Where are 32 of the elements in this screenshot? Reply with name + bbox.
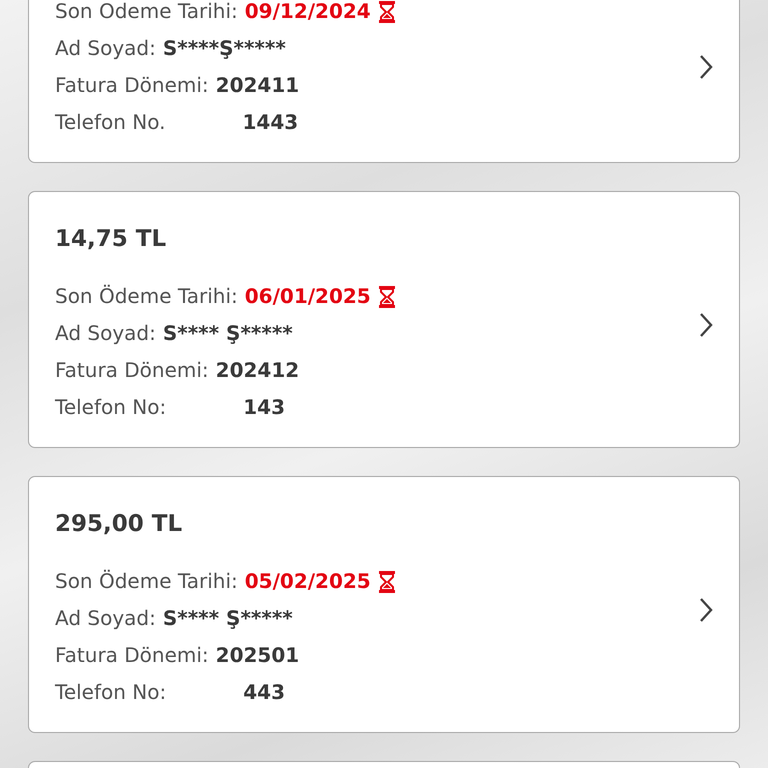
- billing-period: 202412: [216, 357, 300, 384]
- customer-name: S**** Ş*****: [162, 320, 293, 347]
- phone-number: 443: [243, 679, 285, 706]
- customer-name: S**** Ş*****: [162, 605, 293, 632]
- chevron-right-icon: [699, 312, 713, 338]
- billing-period: 202411: [216, 72, 300, 99]
- chevron-right-icon: [699, 597, 713, 623]
- field-label: Ad Soyad:: [55, 605, 156, 632]
- field-label: Son Ödeme Tarihi:: [55, 283, 238, 310]
- field-label: Fatura Dönemi:: [55, 642, 209, 669]
- bill-amount: 295,00 TL: [55, 510, 184, 539]
- phone-number: 143: [243, 394, 285, 421]
- field-label: Fatura Dönemi:: [55, 357, 209, 384]
- customer-name: S****Ş*****: [162, 35, 286, 62]
- bill-card[interactable]: 14,75 TL Son Ödeme Tarihi: 06/01/2025 Ad Soyad: S**** Ş***** Fatura Dönemi: 202412 Telefon No: 143: [28, 191, 740, 448]
- bill-card[interactable]: 295,00 TL Son Ödeme Tarihi: 05/02/2025 Ad Soyad: S**** Ş***** Fatura Dönemi: 202501 Telefon No: 443: [28, 476, 740, 733]
- bill-amount: 14,75 TL: [55, 225, 168, 254]
- field-label: Telefon No:: [55, 394, 166, 421]
- field-label: Son Ödeme Tarihi:: [55, 568, 238, 595]
- field-label: Ad Soyad:: [55, 320, 156, 347]
- phone-number: 1443: [242, 109, 298, 136]
- bill-card[interactable]: Son Odeme Tarihi: 09/12/2024 Ad Soyad: S****Ş***** Fatura Dönemi: 202411 Telefon No. 1443: [28, 0, 740, 163]
- field-label: Son Odeme Tarihi:: [55, 0, 238, 25]
- field-label: Telefon No:: [55, 679, 166, 706]
- chevron-right-icon: [699, 54, 713, 80]
- billing-period: 202501: [216, 642, 300, 669]
- due-date: 05/02/2025: [244, 568, 371, 595]
- field-label: Telefon No.: [55, 109, 166, 136]
- due-date: 06/01/2025: [244, 283, 371, 310]
- due-date: 09/12/2024: [244, 0, 371, 25]
- field-label: Ad Soyad:: [55, 35, 156, 62]
- field-label: Fatura Dönemi:: [55, 72, 209, 99]
